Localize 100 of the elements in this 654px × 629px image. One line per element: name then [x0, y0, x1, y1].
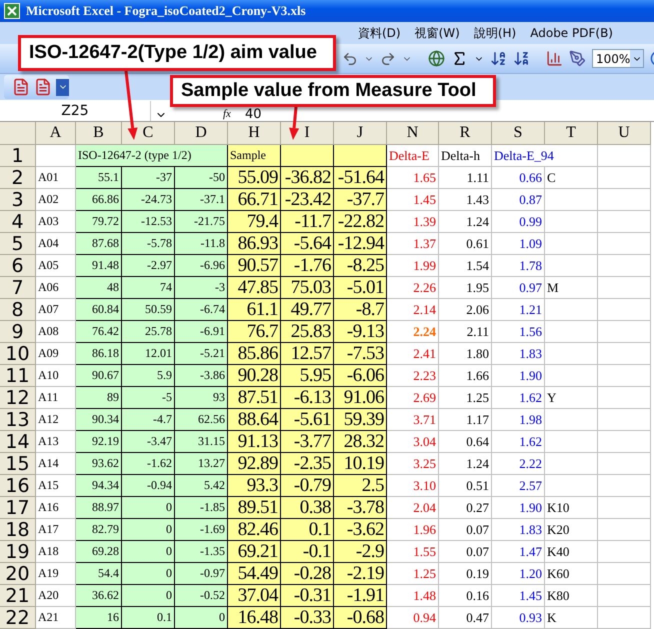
column-header[interactable]: C: [122, 122, 175, 145]
excel-icon: [4, 3, 20, 19]
table-cell: 0: [122, 497, 175, 519]
menu-item[interactable]: 視窗(W): [414, 24, 460, 42]
redo-icon[interactable]: [380, 50, 396, 66]
table-cell: -1.69: [175, 519, 228, 541]
table-cell: 90.28: [228, 365, 281, 387]
pen-icon[interactable]: [569, 50, 586, 67]
table-cell: -4.7: [122, 409, 175, 431]
table-cell: 2.57: [492, 475, 545, 497]
table-cell: 0.94: [387, 607, 439, 629]
table-cell: 0.1: [122, 607, 175, 629]
row-header[interactable]: 16: [0, 475, 36, 497]
row-header[interactable]: 19: [0, 541, 36, 563]
row-header[interactable]: 21: [0, 585, 36, 607]
column-header[interactable]: R: [439, 122, 492, 145]
table-cell: 85.86: [228, 343, 281, 365]
table-cell: 54.4: [76, 563, 122, 585]
table-cell: -2.35: [281, 453, 334, 475]
column-header[interactable]: B: [76, 122, 122, 145]
table-cell: -9.13: [334, 321, 387, 343]
table-cell: -0.97: [175, 563, 228, 585]
row-header[interactable]: 1: [0, 145, 36, 167]
pdf-icon[interactable]: [34, 78, 52, 96]
table-cell: -0.68: [334, 607, 387, 629]
table-cell: K: [545, 607, 598, 629]
row-header[interactable]: 9: [0, 321, 36, 343]
zoom-dropdown[interactable]: 100%: [592, 49, 644, 68]
table-cell: 12.57: [281, 343, 334, 365]
row-header[interactable]: 13: [0, 409, 36, 431]
sort-descending-icon[interactable]: [513, 50, 530, 67]
table-cell: 1.43: [439, 189, 492, 211]
column-header[interactable]: N: [387, 122, 439, 145]
caret-icon[interactable]: [630, 50, 644, 67]
column-header[interactable]: U: [598, 122, 651, 145]
menu-item[interactable]: 資料(D): [358, 24, 401, 42]
row-header[interactable]: 22: [0, 607, 36, 629]
row-header[interactable]: 10: [0, 343, 36, 365]
table-cell: 5.95: [281, 365, 334, 387]
table-cell: -21.75: [175, 211, 228, 233]
table-cell: -1.35: [175, 541, 228, 563]
row-header[interactable]: 8: [0, 299, 36, 321]
table-cell: -1.62: [122, 453, 175, 475]
row-header[interactable]: 4: [0, 211, 36, 233]
row-header[interactable]: 20: [0, 563, 36, 585]
column-header[interactable]: T: [545, 122, 598, 145]
row-header[interactable]: 6: [0, 255, 36, 277]
table-cell: 1.54: [439, 255, 492, 277]
pdf-icon[interactable]: [12, 78, 30, 96]
table-cell: A05: [36, 255, 76, 277]
table-cell: -24.73: [122, 189, 175, 211]
table-cell: -23.42: [281, 189, 334, 211]
table-cell: -0.28: [281, 563, 334, 585]
row-header[interactable]: 2: [0, 167, 36, 189]
row-header[interactable]: 15: [0, 453, 36, 475]
table-cell: 1.90: [492, 365, 545, 387]
row-header[interactable]: 11: [0, 365, 36, 387]
arrow: [289, 106, 300, 140]
table-cell: 1.95: [439, 277, 492, 299]
table-cell: 86.93: [228, 233, 281, 255]
column-header[interactable]: J: [334, 122, 387, 145]
table-cell: 91.06: [334, 387, 387, 409]
row-header[interactable]: 12: [0, 387, 36, 409]
table-cell: -7.53: [334, 343, 387, 365]
table-cell: 66.86: [76, 189, 122, 211]
table-cell: A18: [36, 541, 76, 563]
table-cell: 0.99: [492, 211, 545, 233]
menu-item[interactable]: Adobe PDF(B): [530, 26, 613, 40]
row-header[interactable]: 7: [0, 277, 36, 299]
table-cell: Delta-E_94: [492, 145, 598, 167]
table-cell: 1.83: [492, 519, 545, 541]
table-cell: Y: [545, 387, 598, 409]
row-header[interactable]: 5: [0, 233, 36, 255]
column-header[interactable]: S: [492, 122, 545, 145]
chart-icon[interactable]: [546, 50, 563, 67]
column-header[interactable]: A: [36, 122, 76, 145]
sort-ascending-icon[interactable]: [490, 50, 507, 67]
table-cell: -3.78: [334, 497, 387, 519]
table-cell: 31.15: [175, 431, 228, 453]
menu-item[interactable]: 說明(H): [474, 24, 516, 42]
table-cell: 90.57: [228, 255, 281, 277]
column-header[interactable]: D: [175, 122, 228, 145]
table-cell: 0.07: [439, 541, 492, 563]
row-header[interactable]: 14: [0, 431, 36, 453]
undo-icon[interactable]: [342, 50, 358, 66]
table-cell: -1.91: [334, 585, 387, 607]
table-cell: A12: [36, 409, 76, 431]
table-cell: 82.46: [228, 519, 281, 541]
name-box[interactable]: Z25: [0, 101, 151, 121]
column-header[interactable]: H: [228, 122, 281, 145]
table-cell: 59.39: [334, 409, 387, 431]
column-header[interactable]: I: [281, 122, 334, 145]
table-cell: 0.19: [439, 563, 492, 585]
table-cell: 1.11: [439, 167, 492, 189]
table-cell: 5.9: [122, 365, 175, 387]
row-header[interactable]: 18: [0, 519, 36, 541]
row-header[interactable]: 17: [0, 497, 36, 519]
globe-icon[interactable]: [428, 50, 445, 67]
table-cell: 2.41: [387, 343, 439, 365]
row-header[interactable]: 3: [0, 189, 36, 211]
